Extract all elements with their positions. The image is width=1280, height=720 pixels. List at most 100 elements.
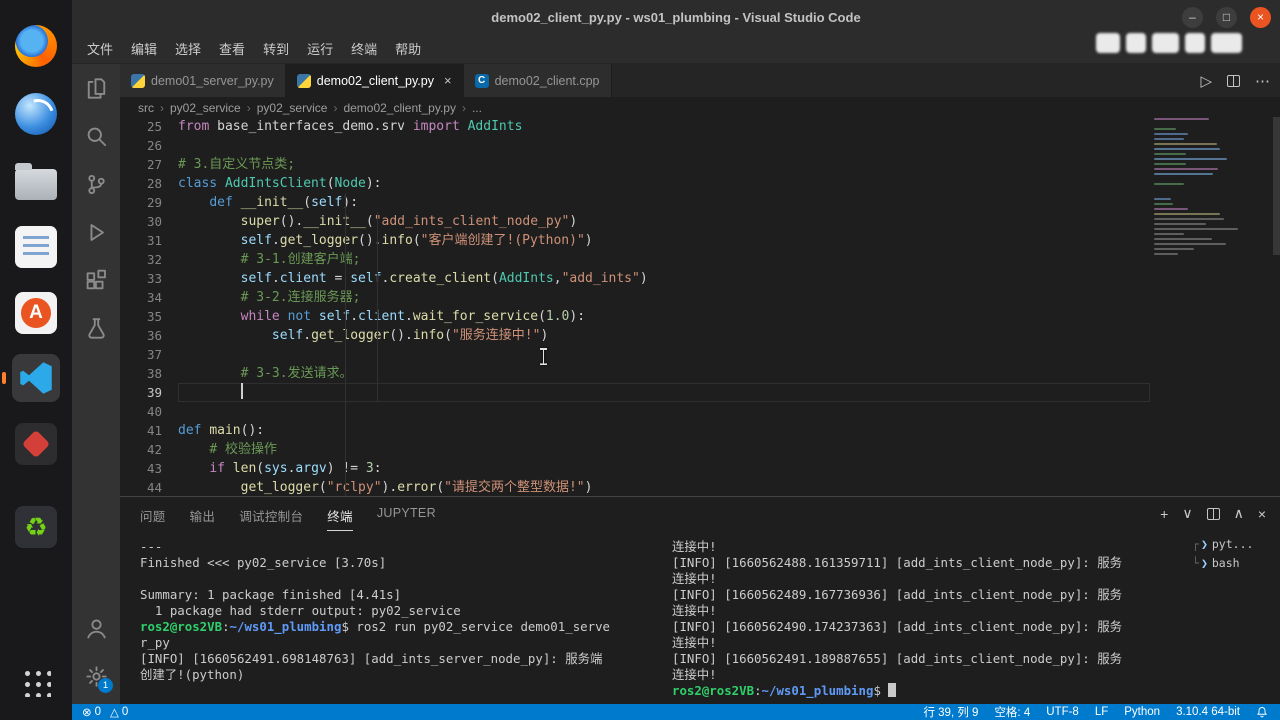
code-text [178, 383, 1150, 402]
warnings-status[interactable]: △ 0 [110, 705, 128, 719]
code-line-29: 29 def __init__(self): [120, 193, 1280, 212]
menu-selection[interactable]: 选择 [166, 36, 210, 64]
menu-go[interactable]: 转到 [254, 36, 298, 64]
settings-icon[interactable]: 1 [72, 652, 120, 700]
code-line-35: 35 while not self.client.wait_for_servic… [120, 307, 1280, 326]
terminal-line: r_py [140, 635, 170, 650]
search-icon[interactable] [72, 112, 120, 160]
line-number: 34 [146, 290, 162, 305]
terminal-icon: ❯ [1200, 537, 1208, 551]
terminal-line: [INFO] [1660562488.161359711] [add_ints_… [672, 555, 1122, 570]
terminal-line: --- [140, 539, 163, 554]
notifications-bell-icon[interactable] [1256, 706, 1268, 718]
tab-demo02_client_py.py[interactable]: demo02_client_py.py × [285, 64, 464, 97]
close-button[interactable]: × [1250, 7, 1271, 28]
breadcrumb-item[interactable]: ... [472, 101, 482, 115]
tab-demo02_client.cpp[interactable]: Cdemo02_client.cpp [463, 64, 612, 97]
panel-tab-debug-console[interactable]: 调试控制台 [239, 506, 303, 531]
terminal-item-python[interactable]: ┌ ❯ pyt... [1192, 535, 1274, 554]
menu-run[interactable]: 运行 [298, 36, 342, 64]
code-text: # 3.自定义节点类; [178, 157, 296, 172]
code-line-34: 34 # 3-2.连接服务器; [120, 288, 1280, 307]
status-item-3[interactable]: LF [1095, 706, 1108, 718]
panel-tab-output[interactable]: 输出 [190, 506, 216, 531]
panel-tab-jupyter[interactable]: JUPYTER [377, 506, 436, 531]
window-title: demo02_client_py.py - ws01_plumbing - Vi… [491, 10, 861, 25]
breadcrumb-item[interactable]: py02_service [257, 101, 328, 115]
terminal-line: 1 package had stderr output: py02_servic… [140, 603, 461, 618]
extensions-icon[interactable] [72, 256, 120, 304]
text-editor-icon[interactable] [12, 223, 60, 271]
text-caret [240, 383, 243, 399]
run-debug-icon[interactable] [72, 208, 120, 256]
status-item-5[interactable]: 3.10.4 64-bit [1176, 706, 1240, 718]
code-text: if len(sys.argv) != 3: [209, 461, 382, 476]
more-actions-button[interactable]: ⋯ [1255, 72, 1270, 90]
code-editor[interactable]: 25 from base_interfaces_demo.srv import A… [120, 117, 1280, 497]
terminal-pane-left[interactable]: --- Finished <<< py02_service [3.70s] Summ… [140, 539, 652, 701]
new-terminal-icon[interactable]: + [1160, 506, 1168, 522]
close-tab-icon[interactable]: × [444, 73, 452, 88]
terminal-line: 连接中! [672, 667, 717, 682]
account-icon[interactable] [72, 604, 120, 652]
terminal-line: ros2@ros2VB:~/ws01_plumbing$ ros2 run py… [140, 619, 652, 635]
code-line-33: 33 self.client = self.create_client(AddI… [120, 269, 1280, 288]
split-editor-button[interactable] [1227, 74, 1240, 87]
errors-status[interactable]: ⊗ 0 [82, 705, 101, 719]
line-number: 40 [146, 404, 162, 419]
code-line-37: 37 [120, 345, 1280, 364]
maximize-panel-icon[interactable]: ∧ [1234, 505, 1244, 522]
explorer-icon[interactable] [72, 64, 120, 112]
tab-demo01_server_py.py[interactable]: demo01_server_py.py [120, 64, 286, 97]
terminal-item-bash[interactable]: └ ❯ bash [1192, 554, 1274, 573]
close-panel-icon[interactable]: × [1258, 506, 1266, 522]
menu-edit[interactable]: 编辑 [122, 36, 166, 64]
status-item-1[interactable]: 空格: 4 [994, 704, 1030, 720]
menu-view[interactable]: 查看 [210, 36, 254, 64]
panel-tab-problems[interactable]: 问题 [140, 506, 166, 531]
line-number: 26 [146, 138, 162, 153]
globe-app-icon[interactable] [12, 90, 60, 138]
terminal-profile-icon[interactable]: ∨ [1182, 505, 1192, 522]
breadcrumb-separator: › [160, 100, 164, 115]
code-text: get_logger("rclpy").error("请提交两个整型数据!") [240, 480, 593, 495]
breadcrumb-item[interactable]: py02_service [170, 101, 241, 115]
vscode-icon[interactable] [2, 354, 60, 402]
panel-tab-terminal[interactable]: 终端 [327, 506, 353, 531]
testing-icon[interactable] [72, 304, 120, 352]
menu-help[interactable]: 帮助 [386, 36, 430, 64]
terminal-line: [INFO] [1660562490.174237363] [add_ints_… [672, 619, 1122, 634]
terminal-line: [INFO] [1660562491.189887655] [add_ints_… [672, 651, 1122, 666]
maximize-button[interactable]: □ [1216, 7, 1237, 28]
minimap[interactable] [1154, 117, 1272, 258]
run-button[interactable]: ▷ [1200, 72, 1212, 90]
menu-terminal[interactable]: 终端 [342, 36, 386, 64]
terminal-line: Finished <<< py02_service [3.70s] [140, 555, 387, 570]
show-apps-icon[interactable] [12, 658, 60, 706]
firefox-icon[interactable] [12, 22, 60, 70]
code-line-36: 36 self.get_logger().info("服务连接中!") [120, 326, 1280, 345]
menu-file[interactable]: 文件 [78, 36, 122, 64]
red-app-icon[interactable] [12, 420, 60, 468]
split-terminal-icon[interactable] [1206, 507, 1220, 520]
code-line-32: 32 # 3-1.创建客户端; [120, 250, 1280, 269]
line-number: 41 [146, 423, 162, 438]
status-item-0[interactable]: 行 39, 列 9 [923, 704, 978, 720]
status-item-2[interactable]: UTF-8 [1046, 706, 1079, 718]
source-control-icon[interactable] [72, 160, 120, 208]
editor-scrollbar[interactable] [1273, 117, 1280, 255]
breadcrumb-item[interactable]: src [138, 101, 154, 115]
breadcrumb[interactable]: src › py02_service › py02_service › demo02_cli… [120, 97, 1280, 118]
breadcrumb-item[interactable]: demo02_client_py.py [343, 101, 456, 115]
code-line-42: 42 # 校验操作 [120, 440, 1280, 459]
status-item-4[interactable]: Python [1124, 706, 1160, 718]
files-icon[interactable] [12, 156, 60, 204]
indent-guide [377, 212, 378, 402]
titlebar[interactable]: demo02_client_py.py - ws01_plumbing - Vi… [72, 0, 1280, 36]
minimize-button[interactable]: – [1182, 7, 1203, 28]
app-store-icon[interactable]: A [12, 289, 60, 337]
green-app-icon[interactable]: ♻ [12, 503, 60, 551]
terminal-pane-right[interactable]: 连接中! [INFO] [1660562488.161359711] [add_i… [672, 539, 1180, 705]
